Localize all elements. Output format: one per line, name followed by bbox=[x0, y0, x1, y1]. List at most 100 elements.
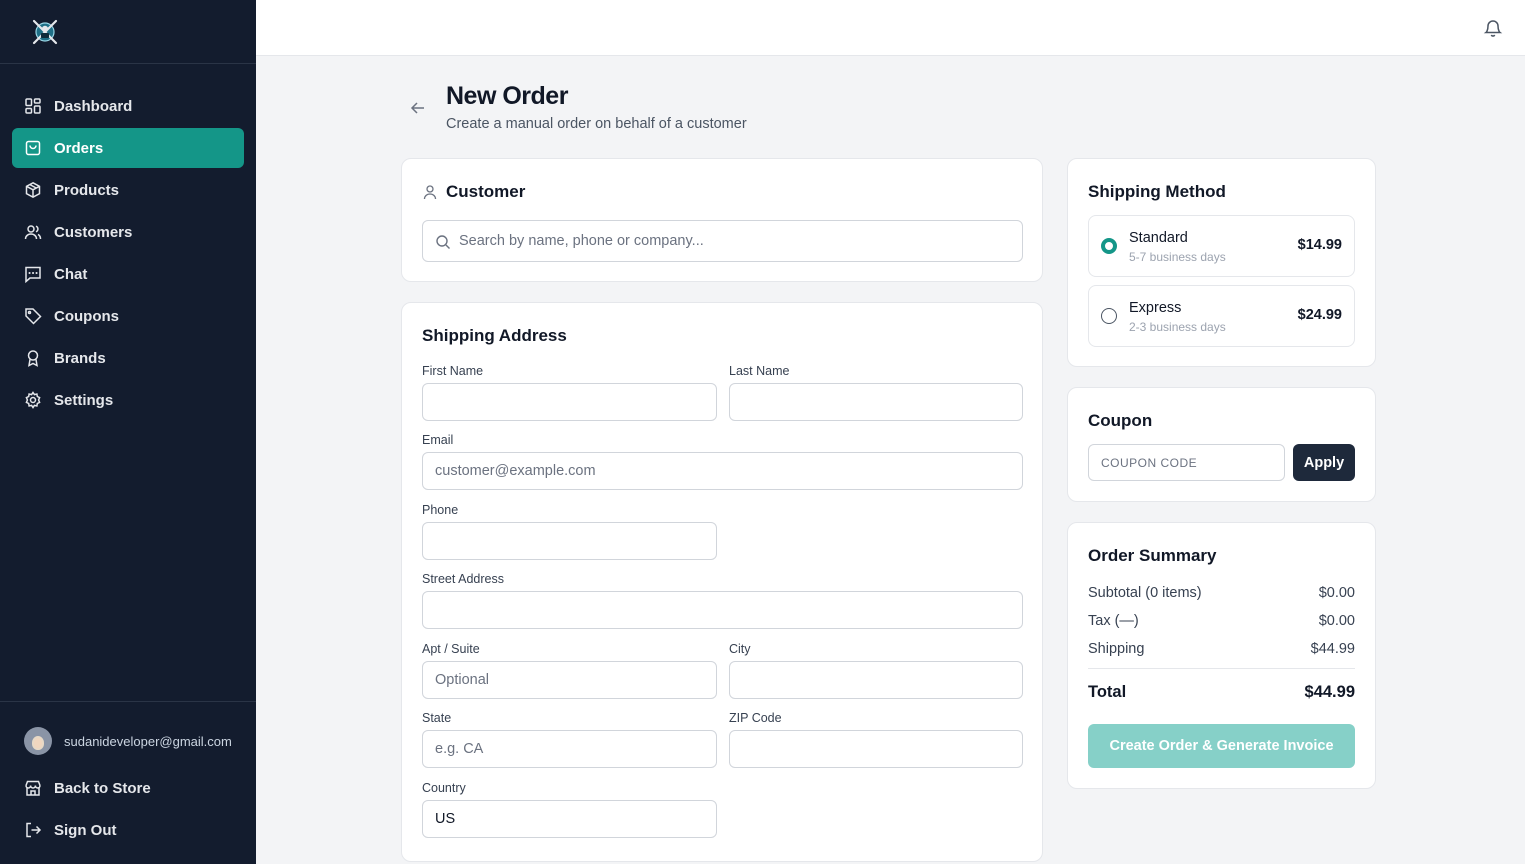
user-icon bbox=[423, 185, 437, 200]
shipping-address-card: Shipping Address First Name Last Name Em… bbox=[401, 302, 1043, 862]
shipping-option-eta: 2-3 business days bbox=[1129, 320, 1226, 334]
sidebar-item-orders[interactable]: Orders bbox=[12, 128, 244, 168]
first-name-field[interactable] bbox=[422, 383, 717, 421]
street-address-field[interactable] bbox=[422, 591, 1023, 629]
sidebar-item-dashboard[interactable]: Dashboard bbox=[12, 86, 244, 126]
state-label: State bbox=[422, 711, 452, 725]
sidebar-item-label: Chat bbox=[54, 265, 88, 283]
customer-title: Customer bbox=[446, 182, 526, 201]
order-summary-title: Order Summary bbox=[1088, 546, 1217, 565]
subtotal-value: $0.00 bbox=[1318, 585, 1355, 601]
radio-standard[interactable] bbox=[1101, 238, 1117, 254]
tag-icon bbox=[24, 307, 42, 325]
last-name-label: Last Name bbox=[729, 364, 790, 378]
sidebar-footer: sudanideveloper@gmail.com Back to Store … bbox=[0, 701, 256, 852]
sidebar: Dashboard Orders Products Customers Chat bbox=[0, 0, 256, 864]
sign-out-button[interactable]: Sign Out bbox=[12, 810, 244, 850]
box-icon bbox=[24, 181, 42, 199]
coupon-card: Coupon COUPON CODE Apply bbox=[1067, 387, 1376, 502]
shipping-option-standard[interactable]: Standard 5-7 business days $14.99 bbox=[1088, 215, 1355, 277]
radio-express[interactable] bbox=[1101, 308, 1117, 324]
city-label: City bbox=[729, 642, 751, 656]
back-to-store-label: Back to Store bbox=[54, 779, 151, 797]
summary-divider bbox=[1088, 668, 1355, 669]
country-label: Country bbox=[422, 781, 466, 795]
country-field[interactable]: US bbox=[422, 800, 717, 838]
shipping-option-express[interactable]: Express 2-3 business days $24.99 bbox=[1088, 285, 1355, 347]
city-field[interactable] bbox=[729, 661, 1023, 699]
state-placeholder: e.g. CA bbox=[435, 741, 484, 757]
customer-search-input[interactable]: Search by name, phone or company... bbox=[422, 220, 1023, 262]
country-value: US bbox=[435, 811, 456, 827]
coupon-code-input[interactable]: COUPON CODE bbox=[1088, 444, 1285, 481]
sidebar-item-label: Dashboard bbox=[54, 97, 133, 115]
email-label: Email bbox=[422, 433, 454, 447]
last-name-field[interactable] bbox=[729, 383, 1023, 421]
users-icon bbox=[24, 223, 42, 241]
shipping-value: $44.99 bbox=[1310, 641, 1355, 657]
user-profile: sudanideveloper@gmail.com bbox=[12, 724, 244, 758]
shipping-option-price: $24.99 bbox=[1297, 307, 1342, 323]
avatar[interactable] bbox=[24, 727, 52, 755]
grid-icon bbox=[24, 97, 42, 115]
sidebar-item-label: Coupons bbox=[54, 307, 119, 325]
sidebar-item-label: Customers bbox=[54, 223, 133, 241]
page-subtitle: Create a manual order on behalf of a cus… bbox=[446, 116, 747, 132]
total-row: Total $44.99 bbox=[1088, 683, 1355, 702]
phone-label: Phone bbox=[422, 503, 459, 517]
message-icon bbox=[24, 265, 42, 283]
shipping-option-name: Standard bbox=[1129, 230, 1188, 246]
sidebar-item-coupons[interactable]: Coupons bbox=[12, 296, 244, 336]
sidebar-item-settings[interactable]: Settings bbox=[12, 380, 244, 420]
sidebar-item-label: Brands bbox=[54, 349, 106, 367]
apply-coupon-button[interactable]: Apply bbox=[1293, 444, 1355, 481]
email-placeholder: customer@example.com bbox=[435, 463, 596, 479]
zip-code-label: ZIP Code bbox=[729, 711, 782, 725]
customer-search-placeholder: Search by name, phone or company... bbox=[459, 233, 704, 249]
apt-suite-field[interactable]: Optional bbox=[422, 661, 717, 699]
order-summary-card: Order Summary Subtotal (0 items) $0.00 T… bbox=[1067, 522, 1376, 789]
email-field[interactable]: customer@example.com bbox=[422, 452, 1023, 490]
subtotal-row: Subtotal (0 items) $0.00 bbox=[1088, 585, 1355, 601]
back-to-store-button[interactable]: Back to Store bbox=[12, 768, 244, 808]
state-field[interactable]: e.g. CA bbox=[422, 730, 717, 768]
sidebar-item-products[interactable]: Products bbox=[12, 170, 244, 210]
shipping-row: Shipping $44.99 bbox=[1088, 641, 1355, 657]
sidebar-item-brands[interactable]: Brands bbox=[12, 338, 244, 378]
total-label: Total bbox=[1088, 683, 1127, 701]
sidebar-item-customers[interactable]: Customers bbox=[12, 212, 244, 252]
phone-field[interactable] bbox=[422, 522, 717, 560]
tax-label: Tax (—) bbox=[1088, 613, 1139, 629]
shipping-method-card: Shipping Method Standard 5-7 business da… bbox=[1067, 158, 1376, 367]
shipping-option-price: $14.99 bbox=[1297, 237, 1342, 253]
shipping-option-name: Express bbox=[1129, 300, 1182, 316]
page-title: New Order bbox=[446, 82, 568, 110]
store-icon bbox=[24, 779, 42, 797]
coupon-placeholder: COUPON CODE bbox=[1101, 455, 1198, 470]
logo-area bbox=[0, 0, 256, 64]
shipping-address-title: Shipping Address bbox=[422, 326, 567, 345]
sidebar-item-label: Settings bbox=[54, 391, 114, 409]
user-email: sudanideveloper@gmail.com bbox=[64, 733, 232, 749]
sidebar-nav: Dashboard Orders Products Customers Chat bbox=[0, 64, 256, 420]
apt-suite-placeholder: Optional bbox=[435, 672, 490, 688]
bell-icon[interactable] bbox=[1483, 18, 1503, 38]
sidebar-item-chat[interactable]: Chat bbox=[12, 254, 244, 294]
store-logo[interactable] bbox=[30, 17, 60, 47]
create-order-button[interactable]: Create Order & Generate Invoice bbox=[1088, 724, 1355, 768]
search-icon bbox=[436, 235, 450, 249]
street-address-label: Street Address bbox=[422, 572, 504, 586]
sidebar-item-label: Products bbox=[54, 181, 120, 199]
back-arrow-icon[interactable] bbox=[408, 98, 428, 118]
logout-icon bbox=[24, 821, 42, 839]
customer-card: Customer Search by name, phone or compan… bbox=[401, 158, 1043, 282]
shipping-label: Shipping bbox=[1088, 641, 1145, 657]
first-name-label: First Name bbox=[422, 364, 484, 378]
apt-suite-label: Apt / Suite bbox=[422, 642, 480, 656]
gear-icon bbox=[24, 391, 42, 409]
sign-out-label: Sign Out bbox=[54, 821, 117, 839]
tax-row: Tax (—) $0.00 bbox=[1088, 613, 1355, 629]
tax-value: $0.00 bbox=[1318, 613, 1355, 629]
zip-code-field[interactable] bbox=[729, 730, 1023, 768]
award-icon bbox=[24, 349, 42, 367]
